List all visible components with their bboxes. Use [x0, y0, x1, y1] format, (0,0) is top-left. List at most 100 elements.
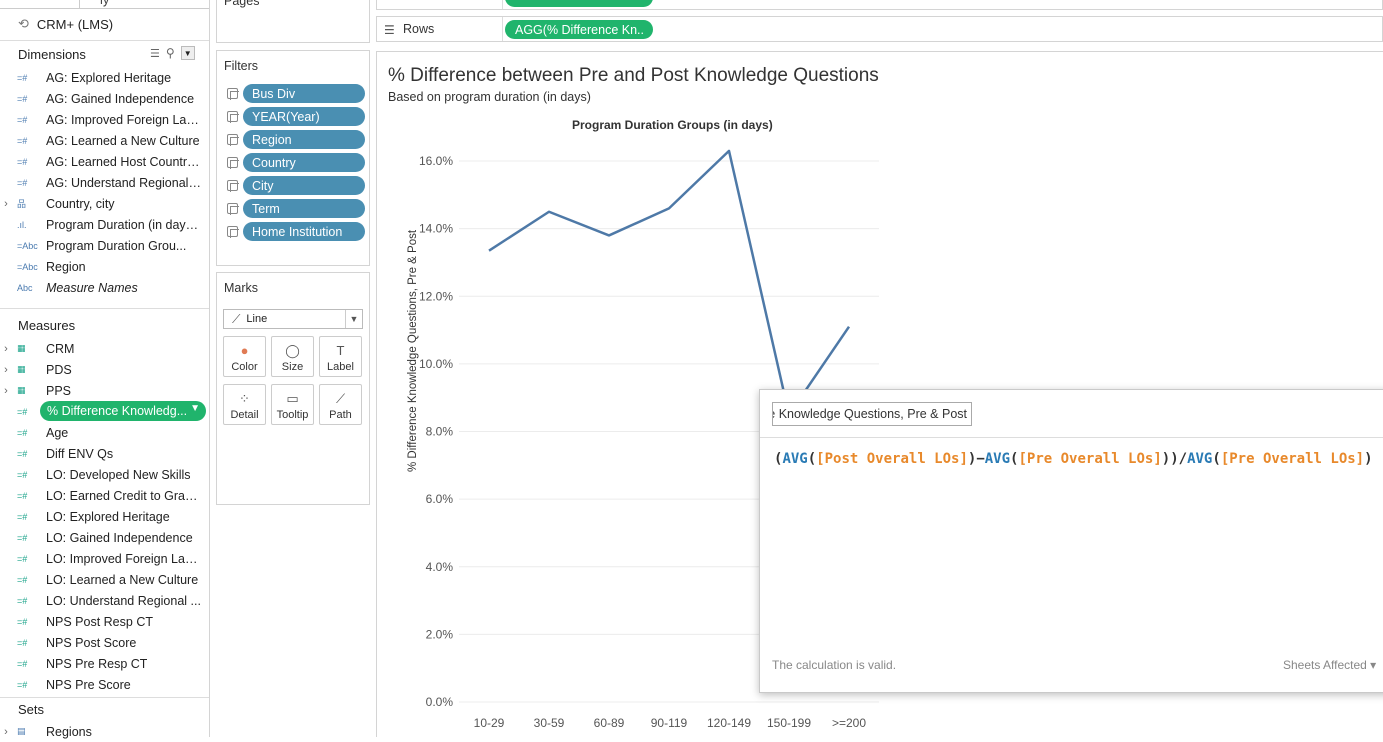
- dimension-field[interactable]: =Abc Region: [0, 256, 209, 277]
- measure-field[interactable]: =# NPS Pre Score: [0, 674, 209, 695]
- data-point[interactable]: [547, 210, 551, 214]
- path-button[interactable]: ⟋ Path: [319, 384, 362, 425]
- chevron-right-icon[interactable]: ›: [0, 726, 12, 738]
- data-point[interactable]: [847, 325, 851, 329]
- rows-shelf[interactable]: ☰ Rows AGG(% Difference Kn..: [376, 16, 1383, 42]
- filter-pill[interactable]: Region: [243, 130, 365, 149]
- field-label: LO: Earned Credit to Grad...: [46, 488, 201, 503]
- x-tick-label: 60-89: [594, 716, 625, 730]
- data-point[interactable]: [607, 233, 611, 237]
- measure-field[interactable]: › ▦ PDS: [0, 359, 209, 380]
- series-line[interactable]: [488, 149, 851, 416]
- sheets-affected-button[interactable]: Sheets Affected ▾: [1283, 658, 1376, 672]
- measure-field[interactable]: =# LO: Understand Regional ...: [0, 590, 209, 611]
- measure-field[interactable]: =# Age: [0, 422, 209, 443]
- measure-field[interactable]: =# LO: Developed New Skills: [0, 464, 209, 485]
- dimension-field[interactable]: =# AG: Explored Heritage: [0, 67, 209, 88]
- field-type-icon: =#: [17, 532, 28, 543]
- data-pane: ly ⟲ CRM+ (LMS) Dimensions ☰ ⚲ ▼ =# AG: E…: [0, 0, 210, 739]
- dimension-field[interactable]: =# AG: Gained Independence: [0, 88, 209, 109]
- label-button[interactable]: T Label: [319, 336, 362, 377]
- dimension-field[interactable]: =# AG: Learned a New Culture: [0, 130, 209, 151]
- measure-field[interactable]: › ▦ PPS: [0, 380, 209, 401]
- filter-pill[interactable]: YEAR(Year): [243, 107, 365, 126]
- detail-button[interactable]: ⁘ Detail: [223, 384, 266, 425]
- dimension-field[interactable]: =# AG: Understand Regional ...: [0, 172, 209, 193]
- field-label: LO: Improved Foreign Lan...: [46, 551, 201, 566]
- filter-pill[interactable]: Country: [243, 153, 365, 172]
- field-label: Age: [46, 425, 69, 440]
- datasource-item[interactable]: ⟲ CRM+ (LMS): [18, 15, 113, 33]
- selected-measure-pill[interactable]: % Difference Knowledg... ▼: [40, 401, 206, 421]
- dimension-field[interactable]: =# AG: Learned Host Country...: [0, 151, 209, 172]
- measure-field[interactable]: =# LO: Earned Credit to Grad...: [0, 485, 209, 506]
- field-type-icon: ▤: [17, 726, 26, 736]
- measure-field[interactable]: =# NPS Pre Resp CT: [0, 653, 209, 674]
- chevron-right-icon[interactable]: ›: [0, 343, 12, 355]
- shelf-divider: [502, 0, 503, 9]
- measure-field[interactable]: =# NPS Post Score: [0, 632, 209, 653]
- measure-field[interactable]: =# LO: Gained Independence: [0, 527, 209, 548]
- mark-type-select[interactable]: ⟋ Line ▼: [223, 309, 363, 329]
- field-type-icon: =#: [17, 616, 28, 627]
- marks-button-label: Detail: [230, 409, 259, 421]
- filter-pill[interactable]: Bus Div: [243, 84, 365, 103]
- filter-pill[interactable]: Term: [243, 199, 365, 218]
- pages-card: Pages: [216, 0, 370, 43]
- calculation-name-input[interactable]: % Difference Knowledge Questions, Pre & …: [772, 402, 972, 426]
- list-view-icon[interactable]: ☰: [150, 47, 160, 60]
- color-button[interactable]: ● Color: [223, 336, 266, 377]
- tooltip-icon: ▭: [286, 391, 299, 406]
- path-icon: ⟋: [335, 391, 346, 406]
- field-type-icon: =#: [17, 679, 28, 690]
- field-type-icon: 品: [17, 199, 27, 209]
- search-icon[interactable]: ⚲: [166, 46, 175, 60]
- chevron-right-icon[interactable]: ›: [0, 385, 12, 397]
- columns-shelf[interactable]: [376, 0, 1383, 10]
- chevron-down-icon[interactable]: ▼: [190, 403, 200, 414]
- formula-token: )−: [967, 451, 985, 467]
- filter-pill[interactable]: Home Institution: [243, 222, 365, 241]
- field-type-icon: =#: [17, 553, 28, 564]
- filter-icon: [227, 180, 239, 192]
- field-label: LO: Developed New Skills: [46, 467, 191, 482]
- divider: [0, 308, 209, 309]
- measure-field[interactable]: =# Diff ENV Qs: [0, 443, 209, 464]
- formula-editor[interactable]: (AVG([Post Overall LOs])−AVG([Pre Overal…: [774, 451, 1373, 467]
- measure-field[interactable]: =# LO: Learned a New Culture: [0, 569, 209, 590]
- marks-card-title: Marks: [224, 281, 259, 295]
- field-label: Regions: [46, 724, 92, 739]
- dimension-field[interactable]: =# AG: Improved Foreign Lan...: [0, 109, 209, 130]
- y-tick-label: 6.0%: [426, 492, 454, 506]
- measure-field[interactable]: =# LO: Improved Foreign Lan...: [0, 548, 209, 569]
- measure-field[interactable]: =#% Difference Knowledg... ▼: [0, 401, 209, 422]
- chevron-right-icon[interactable]: ›: [0, 364, 12, 376]
- dimension-field[interactable]: .ıl. Program Duration (in days...: [0, 214, 209, 235]
- dimension-field[interactable]: › 品 Country, city: [0, 193, 209, 214]
- measure-field[interactable]: › ▦ CRM: [0, 338, 209, 359]
- data-point[interactable]: [667, 206, 671, 210]
- data-point[interactable]: [487, 249, 491, 253]
- dimension-field[interactable]: Abc Measure Names: [0, 277, 209, 298]
- field-type-icon: =#: [17, 574, 28, 585]
- formula-field: [Post Overall LOs]: [816, 451, 968, 467]
- field-label: Program Duration (in days...: [46, 217, 201, 232]
- columns-pill[interactable]: [505, 0, 653, 7]
- measure-field[interactable]: =# NPS Post Resp CT: [0, 611, 209, 632]
- field-label: PDS: [46, 362, 72, 377]
- marks-button-label: Tooltip: [276, 409, 309, 421]
- data-point[interactable]: [727, 149, 731, 153]
- measure-field[interactable]: =# LO: Explored Heritage: [0, 506, 209, 527]
- dimension-field[interactable]: =Abc Program Duration Grou...: [0, 235, 209, 256]
- y-tick-label: 12.0%: [419, 289, 453, 303]
- filter-pill[interactable]: City: [243, 176, 365, 195]
- chevron-right-icon[interactable]: ›: [0, 198, 12, 210]
- analytics-tab[interactable]: ly: [100, 0, 109, 7]
- set-field[interactable]: › ▤ Regions: [0, 721, 209, 742]
- rows-pill[interactable]: AGG(% Difference Kn..: [505, 20, 653, 39]
- size-button[interactable]: ◯ Size: [271, 336, 314, 377]
- tooltip-button[interactable]: ▭ Tooltip: [271, 384, 314, 425]
- x-tick-label: >=200: [832, 716, 866, 730]
- divider: [760, 437, 1383, 438]
- pane-menu-button[interactable]: ▼: [180, 46, 195, 60]
